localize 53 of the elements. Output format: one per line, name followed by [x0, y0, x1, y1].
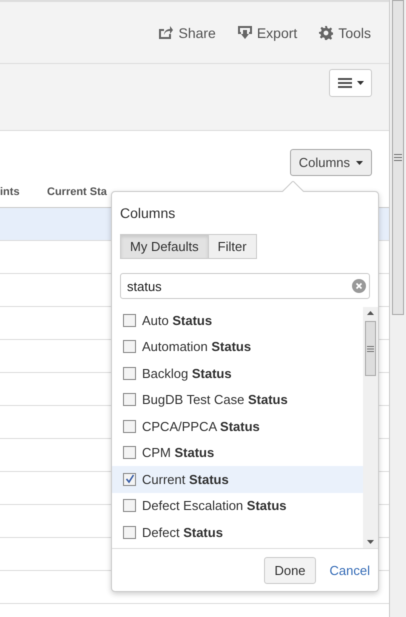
page-scrollbar[interactable] [390, 0, 406, 617]
menu-dropdown-button[interactable] [329, 69, 372, 97]
option-label: Current Status [142, 472, 229, 487]
caret-icon [356, 160, 363, 164]
column-option[interactable]: Automation Status [112, 334, 363, 360]
column-option[interactable]: Current Status [112, 466, 363, 492]
option-label: Auto Status [142, 312, 212, 328]
option-label: Automation Status [142, 339, 252, 354]
share-button[interactable]: Share [158, 24, 216, 40]
checkbox[interactable] [123, 393, 136, 406]
column-option[interactable]: CPCA/PPCA Status [112, 413, 363, 440]
menu-icon [338, 78, 352, 88]
column-option[interactable]: CPM Status [112, 440, 363, 466]
option-label: CPM Status [142, 445, 214, 460]
view-tab[interactable]: Filter [208, 234, 257, 259]
scroll-up-icon[interactable] [367, 311, 374, 315]
search-field[interactable]: status [120, 273, 370, 299]
column-option[interactable]: Backlog Status [112, 360, 363, 386]
export-button[interactable]: Export [238, 24, 298, 40]
checkbox[interactable] [123, 340, 136, 354]
column-option[interactable]: BugDB Test Case Status [112, 386, 363, 413]
option-label: Defect Escalation Status [142, 498, 287, 514]
option-label: Backlog Status [142, 366, 232, 381]
done-button[interactable]: Done [264, 556, 316, 584]
option-label: BugDB Test Case Status [142, 392, 288, 408]
gear-icon [319, 26, 334, 40]
checkbox[interactable] [123, 314, 136, 327]
view-tab[interactable]: My Defaults [120, 234, 209, 259]
checkbox[interactable] [123, 526, 136, 539]
column-option[interactable]: Defect Escalation Status [112, 492, 363, 519]
share-icon [158, 26, 174, 39]
column-option[interactable]: Auto Status [112, 307, 363, 334]
download-icon [238, 26, 252, 39]
checkbox[interactable] [123, 499, 136, 512]
checkbox[interactable] [123, 446, 136, 460]
columns-button[interactable]: Columns [290, 149, 372, 176]
option-label: Defect Status [142, 524, 223, 540]
scroll-down-icon[interactable] [367, 540, 374, 544]
checkbox[interactable] [123, 472, 136, 486]
caret-icon [356, 81, 364, 85]
grip-icon [367, 346, 374, 352]
column-option[interactable]: Defect Status [112, 519, 363, 546]
grip-icon [394, 154, 402, 161]
column-header: ints [0, 186, 21, 198]
checkbox[interactable] [123, 420, 136, 433]
clear-icon[interactable] [352, 279, 366, 293]
list-scrollbar[interactable] [363, 307, 378, 548]
option-label: CPCA/PPCA Status [142, 418, 260, 434]
column-header: Current Sta [47, 186, 107, 198]
popover-title: Columns [119, 204, 176, 223]
checkbox[interactable] [123, 366, 136, 380]
tools-button[interactable]: Tools [319, 24, 371, 40]
cancel-link[interactable]: Cancel [330, 562, 370, 578]
